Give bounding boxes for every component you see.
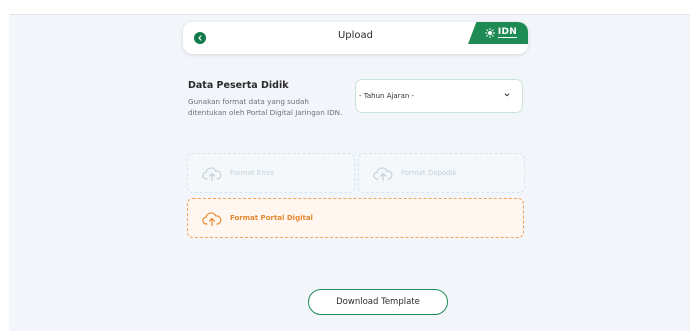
logo-text: IDN [497,27,518,38]
format-portal-digital-option[interactable]: Format Portal Digital [187,198,524,238]
chevron-down-icon [504,93,510,97]
section-title: Data Peserta Didik [188,80,289,91]
sun-logo-icon [484,28,495,38]
upload-header-card: Upload IDN [183,22,528,54]
format-dapodik-option[interactable]: Format Dapodik [358,153,525,193]
format-emis-label: Format Emis [230,169,274,177]
window-frame-left [0,14,9,331]
format-dapodik-label: Format Dapodik [401,169,457,177]
download-template-button[interactable]: Download Template [308,289,448,315]
format-emis-option[interactable]: Format Emis [187,153,355,193]
window-frame-top [0,0,693,14]
academic-year-select[interactable]: - Tahun Ajaran - [355,79,523,113]
cloud-upload-icon [202,167,222,182]
idn-logo-badge: IDN [468,22,528,44]
format-portal-digital-label: Format Portal Digital [230,214,313,222]
cloud-upload-icon [202,212,222,227]
section-description: Gunakan format data yang sudah ditentuka… [188,97,343,117]
cloud-upload-icon [373,167,393,182]
academic-year-value: - Tahun Ajaran - [359,92,415,100]
